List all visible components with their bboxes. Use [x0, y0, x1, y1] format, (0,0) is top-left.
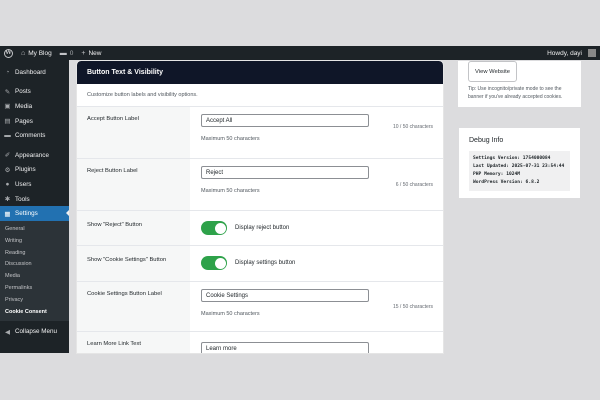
accept-button-row: Accept Button Label Accept All 10 / 50 c… [77, 106, 443, 158]
site-name: My Blog [28, 49, 52, 57]
sidebar-item-appearance[interactable]: ✐ Appearance [0, 148, 69, 163]
page-icon: ▤ [4, 118, 11, 126]
show-reject-label: Show "Reject" Button [77, 211, 190, 245]
sidebar-item-plugins[interactable]: ⚙ Plugins [0, 163, 69, 178]
preview-panel: View Website Tip: Use incognito/private … [458, 61, 581, 107]
show-settings-row: Show "Cookie Settings" Button Display se… [77, 245, 443, 281]
submenu-item-discussion[interactable]: Discussion [0, 259, 69, 271]
accept-button-input[interactable]: Accept All [201, 114, 369, 127]
comments-count: 0 [69, 49, 74, 57]
card-description: Customize button labels and visibility o… [87, 92, 198, 98]
sidebar-item-settings[interactable]: ▦ Settings [0, 206, 69, 221]
admin-sidebar: ◔ Dashboard ✎ Posts ▣ Media ▤ Pages ▬ Co… [0, 60, 69, 353]
debug-line: Settings Version: 1754000084 [473, 156, 551, 161]
sidebar-item-dashboard[interactable]: ◔ Dashboard [0, 65, 69, 80]
avatar [588, 49, 596, 57]
pin-icon: ✎ [4, 88, 11, 96]
sidebar-item-label: Pages [15, 117, 33, 125]
settings-button-input[interactable]: Cookie Settings [201, 289, 369, 302]
submenu-item-cookie-consent[interactable]: Cookie Consent [0, 307, 69, 319]
sidebar-item-pages[interactable]: ▤ Pages [0, 114, 69, 129]
new-label: New [88, 49, 102, 57]
settings-submenu: General Writing Reading Discussion Media… [0, 220, 69, 322]
reject-button-label: Reject Button Label [77, 159, 190, 210]
debug-info-block: Settings Version: 1754000084 Last Update… [469, 151, 570, 192]
collapse-menu-button[interactable]: ◀ Collapse Menu [0, 324, 69, 339]
view-website-button[interactable]: View Website [468, 61, 517, 82]
reject-button-row: Reject Button Label Reject 6 / 50 charac… [77, 158, 443, 210]
settings-button-row: Cookie Settings Button Label Cookie Sett… [77, 281, 443, 331]
plugin-icon: ⚙ [4, 166, 11, 174]
sidebar-item-comments[interactable]: ▬ Comments [0, 128, 69, 143]
debug-panel: Debug Info Settings Version: 1754000084 … [458, 127, 581, 199]
brush-icon: ✐ [4, 152, 11, 160]
card-title: Button Text & Visibility [77, 61, 443, 84]
admin-bar: W ⌂ My Blog ▬ 0 + New Howdy, dayi [0, 46, 600, 60]
submenu-item-media[interactable]: Media [0, 271, 69, 283]
sidebar-item-posts[interactable]: ✎ Posts [0, 85, 69, 100]
sidebar-item-media[interactable]: ▣ Media [0, 99, 69, 114]
dashboard-icon: ◔ [5, 68, 10, 76]
reject-help-text: Maximum 50 characters [201, 188, 260, 194]
wrench-icon: ✱ [4, 196, 11, 204]
submenu-item-general[interactable]: General [0, 224, 69, 236]
sidebar-item-label: Users [15, 180, 32, 188]
collapse-menu-label: Collapse Menu [15, 328, 58, 336]
comment-bubble-icon: ▬ [59, 49, 67, 57]
show-settings-toggle[interactable] [201, 256, 227, 270]
plus-icon: + [81, 49, 86, 57]
wp-logo-menu[interactable]: W [0, 46, 17, 60]
debug-title: Debug Info [469, 137, 504, 144]
show-reject-row: Show "Reject" Button Display reject butt… [77, 210, 443, 245]
new-content-link[interactable]: + New [77, 46, 105, 60]
submenu-item-privacy[interactable]: Privacy [0, 295, 69, 307]
reject-button-input[interactable]: Reject [201, 166, 369, 179]
settings-button-label: Cookie Settings Button Label [77, 282, 190, 331]
accept-help-text: Maximum 50 characters [201, 136, 260, 142]
comments-link[interactable]: ▬ 0 [56, 46, 78, 60]
settings-icon: ▦ [4, 210, 11, 218]
button-settings-card: Button Text & Visibility Customize butto… [77, 61, 443, 353]
submenu-item-writing[interactable]: Writing [0, 236, 69, 248]
settings-char-count: 15 / 50 characters [392, 304, 433, 310]
sidebar-item-label: Tools [15, 195, 30, 203]
submenu-item-permalinks[interactable]: Permalinks [0, 283, 69, 295]
debug-line: WordPress Version: 6.8.2 [473, 180, 540, 186]
site-name-link[interactable]: ⌂ My Blog [17, 46, 56, 60]
collapse-arrow-icon: ◀ [5, 328, 10, 336]
account-menu[interactable]: Howdy, dayi [543, 46, 600, 60]
sidebar-item-label: Comments [15, 132, 46, 140]
greeting: Howdy, dayi [547, 49, 582, 57]
sidebar-item-tools[interactable]: ✱ Tools [0, 192, 69, 207]
sidebar-item-label: Appearance [15, 151, 49, 159]
media-icon: ▣ [4, 103, 11, 111]
show-reject-toggle[interactable] [201, 221, 227, 235]
reject-char-count: 6 / 50 characters [395, 182, 433, 188]
sidebar-item-label: Settings [15, 210, 38, 218]
show-settings-label: Show "Cookie Settings" Button [77, 246, 190, 281]
sidebar-item-label: Dashboard [15, 68, 46, 76]
submenu-item-reading[interactable]: Reading [0, 248, 69, 260]
sidebar-item-label: Posts [15, 88, 31, 96]
show-reject-toggle-label: Display reject button [235, 225, 290, 231]
comment-icon: ▬ [4, 132, 11, 140]
incognito-tip: Tip: Use incognito/private mode to see t… [468, 86, 563, 100]
accept-button-label: Accept Button Label [77, 107, 190, 158]
sidebar-item-label: Media [15, 102, 33, 110]
settings-help-text: Maximum 50 characters [201, 311, 260, 317]
learn-more-row: Learn More Link Text Learn more [77, 331, 443, 353]
sidebar-item-label: Plugins [15, 166, 36, 174]
learn-more-label: Learn More Link Text [77, 332, 190, 353]
learn-more-input[interactable]: Learn more [201, 342, 369, 353]
show-settings-toggle-label: Display settings button [235, 260, 296, 266]
wordpress-logo-icon: W [4, 48, 13, 58]
home-icon: ⌂ [21, 49, 26, 57]
sidebar-item-users[interactable]: ● Users [0, 177, 69, 192]
user-icon: ● [5, 180, 10, 188]
debug-line: PHP Memory: 1024M [473, 172, 521, 178]
accept-char-count: 10 / 50 characters [392, 124, 433, 130]
debug-line: Last Updated: 2025-07-31 23:54:44 [473, 164, 565, 170]
